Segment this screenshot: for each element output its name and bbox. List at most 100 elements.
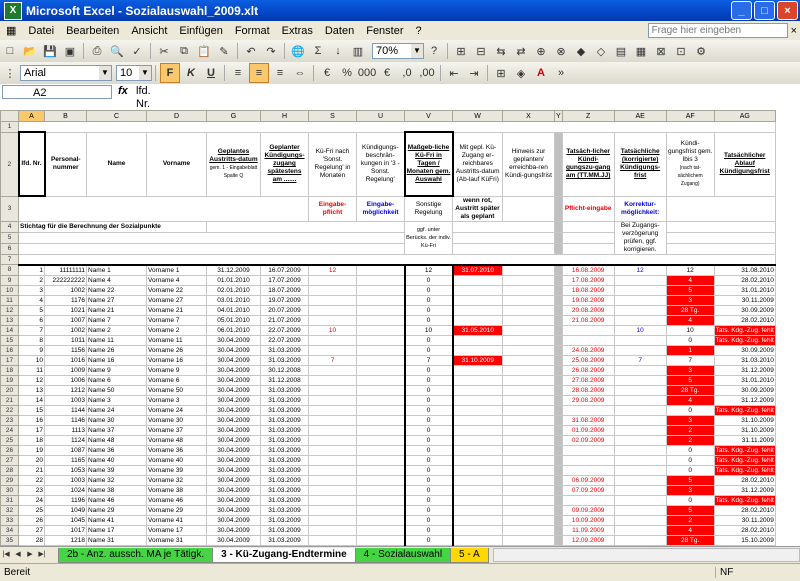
cell-austrittsdatum[interactable]: 30.04.2009 [206, 534, 261, 546]
cell-name[interactable]: Name 29 [86, 504, 147, 516]
cell-erreichbares-datum[interactable] [452, 334, 503, 346]
header-erreichbares-austrittsdatum[interactable]: Mit gepl. Kü-Zugang er-reichbares Austri… [452, 131, 503, 197]
excel-doc-icon[interactable]: ▦ [0, 24, 22, 37]
cell-kuendigungszugang[interactable]: 31.03.2009 [260, 384, 309, 396]
cell-kuendigungszugang[interactable]: 22.07.2009 [260, 334, 309, 346]
cell-hinweis[interactable] [502, 524, 555, 536]
cell-massgebliche-kuefri[interactable]: 7 [403, 354, 454, 366]
empty-cell[interactable] [665, 242, 776, 255]
cell-erreichbares-datum[interactable] [452, 284, 503, 296]
cell-hinweis[interactable] [502, 374, 555, 386]
font-name-select[interactable]: Arial ▼ [20, 65, 112, 81]
row-header[interactable]: 20 [0, 384, 19, 396]
cell-name[interactable]: Name 6 [86, 374, 147, 386]
cell-hinweis[interactable] [502, 264, 555, 276]
cell-kuendigungszugang[interactable]: 31.03.2009 [260, 484, 309, 496]
cell-kuendigungszugang[interactable]: 31.03.2009 [260, 354, 309, 366]
cell-massgebliche-kuefri[interactable]: 0 [403, 394, 454, 406]
cell-name[interactable]: Name 21 [86, 304, 147, 316]
cell-name[interactable]: Name 46 [86, 494, 147, 506]
cell-name[interactable]: Name 11 [86, 334, 147, 346]
next-sheet-icon[interactable]: ▶ [24, 549, 36, 561]
column-header-z[interactable]: Z [561, 110, 615, 122]
cell-name[interactable]: Name 24 [86, 404, 147, 416]
font-size-select[interactable]: 10 ▼ [116, 65, 152, 81]
cell-lfd-nr[interactable]: 1 [18, 264, 45, 276]
cell-personalnummer[interactable]: 1016 [44, 354, 87, 366]
cell-vorname[interactable]: Vorname 46 [146, 494, 207, 506]
cell-ablauf-frist[interactable]: 28.02.2010 [713, 524, 776, 536]
row-header[interactable]: 17 [0, 354, 19, 366]
toolbar-icon-c[interactable]: ⇆ [492, 42, 510, 60]
cell-name[interactable]: Name 27 [86, 294, 147, 306]
cell-personalnummer[interactable]: 1176 [44, 294, 87, 306]
menu-datei[interactable]: Datei [22, 25, 60, 37]
menu-ansicht[interactable]: Ansicht [125, 25, 173, 37]
cell-korrigierte-frist[interactable] [613, 424, 667, 436]
row-header[interactable]: 33 [0, 514, 19, 526]
cell-korrigierte-frist[interactable] [613, 504, 667, 516]
cell-vorname[interactable]: Vorname 7 [146, 314, 207, 326]
cell-hinweis[interactable] [502, 384, 555, 396]
cell-massgebliche-kuefri[interactable]: 0 [403, 494, 454, 506]
cell-kuendigungsfrist[interactable]: 5 [665, 284, 715, 296]
cell-lfd-nr[interactable]: 3 [18, 284, 45, 296]
cell-ablauf-frist[interactable]: 28.02.2010 [713, 314, 776, 326]
cell-vorname[interactable]: Vorname 11 [146, 334, 207, 346]
cell-kuendigungszugang[interactable]: 31.03.2009 [260, 514, 309, 526]
cell-lfd-nr[interactable]: 14 [18, 394, 45, 406]
cell-lfd-nr[interactable]: 28 [18, 534, 45, 546]
cell-personalnummer[interactable]: 1049 [44, 504, 87, 516]
cell-kuendigungsfrist[interactable]: 5 [665, 474, 715, 486]
cell-austrittsdatum[interactable]: 02.01.2010 [206, 284, 261, 296]
cell-kuefri-sonst[interactable] [308, 494, 357, 506]
cell-lfd-nr[interactable]: 13 [18, 384, 45, 396]
cell-massgebliche-kuefri[interactable]: 0 [403, 384, 454, 396]
header-ablauf-frist[interactable]: Tatsächlicher Ablauf Kündigungsfrist [713, 131, 776, 197]
hint-korrekturmoeglichkeit[interactable]: Korrektur-möglichkeit: [613, 195, 667, 222]
cell-austrittsdatum[interactable]: 30.04.2009 [206, 434, 261, 446]
cell-name[interactable]: Name 32 [86, 474, 147, 486]
cell-ablauf-frist[interactable]: 31.11.2009 [713, 434, 776, 446]
cell-korrigierte-frist[interactable] [613, 344, 667, 356]
cell-kuendigungszugang[interactable]: 16.07.2009 [260, 264, 309, 276]
cell-ablauf-frist[interactable]: 30.09.2009 [713, 304, 776, 316]
cell-tatsaechlicher-zugang[interactable]: 25.08.2009 [561, 354, 615, 366]
cell-lfd-nr[interactable]: 27 [18, 524, 45, 536]
cell-kuendigungsfrist[interactable]: 2 [665, 434, 715, 446]
print-icon[interactable]: ⎙ [88, 42, 106, 60]
cell-kuendigungsfrist[interactable]: 0 [665, 464, 715, 476]
select-all-corner[interactable] [0, 110, 19, 122]
cell-kuendigungszugang[interactable]: 31.03.2009 [260, 524, 309, 536]
cell-erreichbares-datum[interactable] [452, 424, 503, 436]
cell-korrigierte-frist[interactable] [613, 474, 667, 486]
cell-tatsaechlicher-zugang[interactable]: 02.09.2009 [561, 434, 615, 446]
cell-ablauf-frist[interactable]: 28.02.2010 [713, 504, 776, 516]
cell-massgebliche-kuefri[interactable]: 0 [403, 424, 454, 436]
cell-name[interactable]: Name 39 [86, 464, 147, 476]
undo-icon[interactable]: ↶ [242, 42, 260, 60]
chart-icon[interactable]: ▥ [349, 42, 367, 60]
cell-kuefri-sonst[interactable]: 7 [308, 354, 357, 366]
cell-hinweis[interactable] [502, 274, 555, 286]
empty-cell[interactable] [561, 242, 615, 255]
cell-hinweis[interactable] [502, 444, 555, 456]
cell-erreichbares-datum[interactable] [452, 294, 503, 306]
cell-beschraenkungen[interactable] [356, 414, 405, 426]
header-hinweis[interactable]: Hinweis zur geplanten/ erreichba-ren Kün… [502, 131, 555, 197]
cell-kuendigungsfrist[interactable]: 2 [665, 424, 715, 436]
cell-kuefri-sonst[interactable] [308, 274, 357, 286]
hint-zugangsverzoegerung[interactable]: Bei Zugangs-verzögerung prüfen, ggf. kor… [613, 220, 667, 255]
font-color-icon[interactable]: A [532, 64, 550, 82]
cell-austrittsdatum[interactable]: 30.04.2009 [206, 394, 261, 406]
borders-icon[interactable]: ⊞ [492, 64, 510, 82]
euro-icon[interactable]: € [378, 64, 396, 82]
cell-name[interactable]: Name 41 [86, 514, 147, 526]
cell-kuendigungszugang[interactable]: 31.03.2009 [260, 494, 309, 506]
header-lfd-nr[interactable]: lfd. Nr. [17, 131, 46, 197]
cell-hinweis[interactable] [502, 394, 555, 406]
cell-erreichbares-datum[interactable] [452, 494, 503, 506]
horizontal-scrollbar[interactable] [492, 548, 800, 562]
cell-beschraenkungen[interactable] [356, 484, 405, 496]
cell-hinweis[interactable] [502, 504, 555, 516]
